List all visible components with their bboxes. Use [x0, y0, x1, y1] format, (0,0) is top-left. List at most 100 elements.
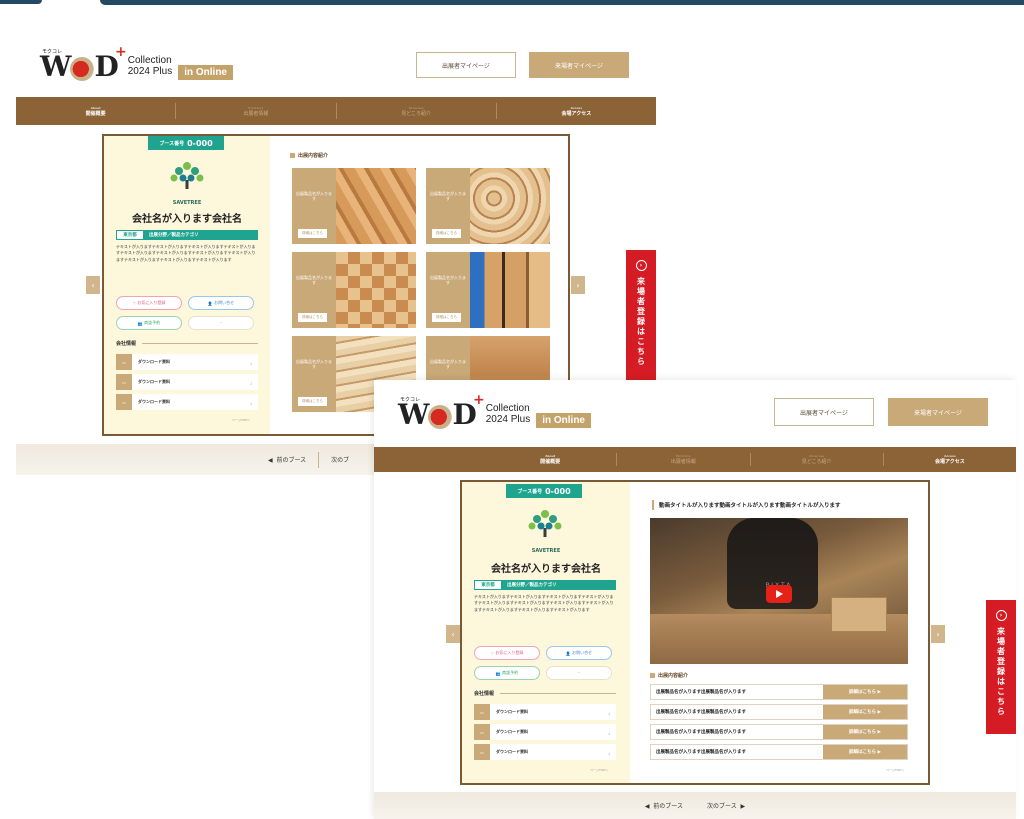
site-logo[interactable]: モクコレ WD + Collection 2024 Plus in Online [398, 392, 591, 431]
nav-en: Access [944, 454, 956, 458]
product-card-label: 出展製品名が入ります詳細はこちら [426, 168, 470, 244]
download-row[interactable]: ▭ ダウンロード資料 ⤓ [116, 394, 258, 410]
logo-o-mark [70, 56, 95, 81]
visitor-registration-label: 来場者登録はこちら [996, 627, 1006, 717]
video-player[interactable]: PIXTA [650, 518, 908, 664]
prev-arrow-button[interactable]: ‹ [86, 276, 100, 294]
nav-label: 見どころ紹介 [801, 459, 832, 465]
next-booth-label: 次のブース [707, 803, 737, 810]
product-row[interactable]: 出展製品名が入ります出展製品名が入ります 詳細はこちら ▶ [650, 684, 908, 700]
company-info-heading: 会社情報 [474, 690, 616, 697]
product-detail-button[interactable]: 詳細はこちら [432, 229, 461, 238]
company-description: テキストが入りますテキストが入りますテキストが入りますテキストが入りますテキスト… [474, 594, 614, 612]
play-button-icon[interactable] [766, 585, 793, 604]
download-row[interactable]: ▭ ダウンロード資料 ⤓ [116, 374, 258, 390]
product-row-name: 出展製品名が入ります出展製品名が入ります [656, 750, 746, 755]
download-label: ダウンロード資料 [496, 729, 528, 734]
next-booth-link[interactable]: 次のブース ▶ [707, 801, 745, 810]
download-icon: ⤓ [608, 749, 610, 755]
meeting-button[interactable]: 👥 商談予約 [474, 666, 540, 680]
visitor-mypage-button[interactable]: 来場者マイページ [888, 398, 988, 426]
video-title-text: 動画タイトルが入ります動画タイトルが入ります動画タイトルが入ります [659, 503, 841, 509]
logo-subtext: モクコレ [400, 397, 421, 403]
download-row[interactable]: ▭ ダウンロード資料 ⤓ [474, 744, 616, 760]
product-card[interactable]: 出展製品名が入ります詳細はこちら [292, 252, 416, 328]
logo-collection: Collection 2024 Plus [127, 55, 173, 77]
top-accent-bar [100, 0, 1024, 5]
page-top-link[interactable]: ページTOPへ [886, 768, 904, 772]
logo-year: 2024 Plus [127, 65, 173, 77]
page-top-link[interactable]: ページTOPへ [232, 418, 250, 422]
product-name: 出展製品名が入ります [296, 274, 332, 286]
product-detail-button[interactable]: 詳細はこちら [298, 229, 327, 238]
inquiry-label: お問い合せ [572, 650, 593, 655]
product-detail-button[interactable]: 詳細はこちら [432, 313, 461, 322]
product-card[interactable]: 出展製品名が入ります詳細はこちら [426, 252, 550, 328]
visitor-registration-button[interactable]: › 来場者登録はこちら [986, 600, 1016, 734]
inquiry-button[interactable]: 👤 お問い合せ [188, 296, 254, 310]
prev-arrow-button[interactable]: ‹ [446, 625, 460, 643]
favorite-label: お気に入り登録 [495, 650, 524, 655]
nav-item-showcase[interactable]: Showcase 見どころ紹介 [337, 97, 496, 125]
product-detail-button[interactable]: 詳細はこちら [298, 397, 327, 406]
download-icon: ⤓ [608, 709, 610, 715]
exhibitor-mypage-button[interactable]: 出展者マイページ [416, 52, 516, 78]
download-row[interactable]: ▭ ダウンロード資料 ⤓ [474, 724, 616, 740]
logo-plus: + [115, 44, 127, 60]
site-logo[interactable]: モクコレ WD + Collection 2024 Plus in Online [40, 44, 233, 83]
booth-info-column: ブース番号 0-000 SAVETREE 会社名が入ります会社名 東京都 出展分野… [462, 482, 630, 783]
prev-booth-link[interactable]: ◀ 前のブース [268, 455, 306, 464]
next-arrow-button[interactable]: › [931, 625, 945, 643]
product-detail-button[interactable]: 詳細はこちら ▶ [823, 685, 907, 699]
folder-icon: ▭ [474, 704, 490, 720]
product-row[interactable]: 出展製品名が入ります出展製品名が入ります 詳細はこちら ▶ [650, 724, 908, 740]
next-arrow-button[interactable]: › [571, 276, 585, 294]
visitor-mypage-button[interactable]: 来場者マイページ [529, 52, 629, 78]
product-name: 出展製品名が入ります [296, 190, 332, 202]
meeting-button[interactable]: 👥 商談予約 [116, 316, 182, 330]
nav-label: 見どころ紹介 [401, 110, 432, 117]
nav-item-access[interactable]: Access 会場アクセス [497, 97, 656, 125]
title-marker [652, 500, 654, 510]
product-detail-button[interactable]: 詳細はこちら ▶ [823, 725, 907, 739]
company-info-label: 会社情報 [116, 341, 137, 347]
booth-pager: ◀ 前のブース 次のブース ▶ [374, 792, 1016, 819]
favorite-button[interactable]: ♡ お気に入り登録 [474, 646, 540, 660]
product-image [470, 252, 550, 328]
exhibitor-mypage-button[interactable]: 出展者マイページ [774, 398, 874, 426]
detail-label: 詳細はこちら [848, 690, 876, 695]
nav-item-about[interactable]: About 開催概要 [16, 97, 175, 125]
prev-booth-label: 前のブース [653, 803, 683, 810]
favorite-button[interactable]: ♡ お気に入り登録 [116, 296, 182, 310]
nav-en: About [545, 454, 556, 458]
prefecture-tag: 東京都 [475, 581, 501, 589]
nav-en: Exhibitors [248, 105, 264, 110]
download-label: ダウンロード資料 [138, 359, 170, 364]
nav-item-access[interactable]: Access 会場アクセス [884, 447, 1016, 472]
inquiry-button[interactable]: 👤 お問い合せ [546, 646, 612, 660]
next-booth-link-partial[interactable]: 次のブ [331, 455, 349, 464]
logo-collection-word: Collection [127, 55, 172, 66]
nav-item-about[interactable]: About 開催概要 [484, 447, 616, 472]
logo-online-badge: in Online [178, 65, 233, 80]
product-card-label: 出展製品名が入ります詳細はこちら [426, 252, 470, 328]
product-detail-button[interactable]: 詳細はこちら ▶ [823, 745, 907, 759]
prev-booth-link[interactable]: ◀ 前のブース [645, 801, 683, 810]
nav-en: Showcase [809, 454, 825, 458]
product-detail-button[interactable]: 詳細はこちら [298, 313, 327, 322]
page-top-link[interactable]: ページTOPへ [590, 768, 608, 772]
nav-item-showcase[interactable]: Showcase 見どころ紹介 [751, 447, 883, 472]
download-row[interactable]: ▭ ダウンロード資料 ⤓ [116, 354, 258, 370]
category-tag: 出展分野／製品カテゴリ [143, 231, 257, 239]
product-card[interactable]: 出展製品名が入ります詳細はこちら [292, 168, 416, 244]
savetree-logo-icon [170, 162, 204, 189]
visitor-registration-button[interactable]: › 来場者登録はこちら [626, 250, 656, 380]
product-row[interactable]: 出展製品名が入ります出展製品名が入ります 詳細はこちら ▶ [650, 744, 908, 760]
download-row[interactable]: ▭ ダウンロード資料 ⤓ [474, 704, 616, 720]
product-card[interactable]: 出展製品名が入ります詳細はこちら [426, 168, 550, 244]
product-row[interactable]: 出展製品名が入ります出展製品名が入ります 詳細はこちら ▶ [650, 704, 908, 720]
category-tag: 出展分野／製品カテゴリ [501, 581, 615, 589]
product-detail-button[interactable]: 詳細はこちら ▶ [823, 705, 907, 719]
nav-item-exhibitors[interactable]: Exhibitors 出展者情報 [617, 447, 749, 472]
nav-item-exhibitors[interactable]: Exhibitors 出展者情報 [176, 97, 335, 125]
